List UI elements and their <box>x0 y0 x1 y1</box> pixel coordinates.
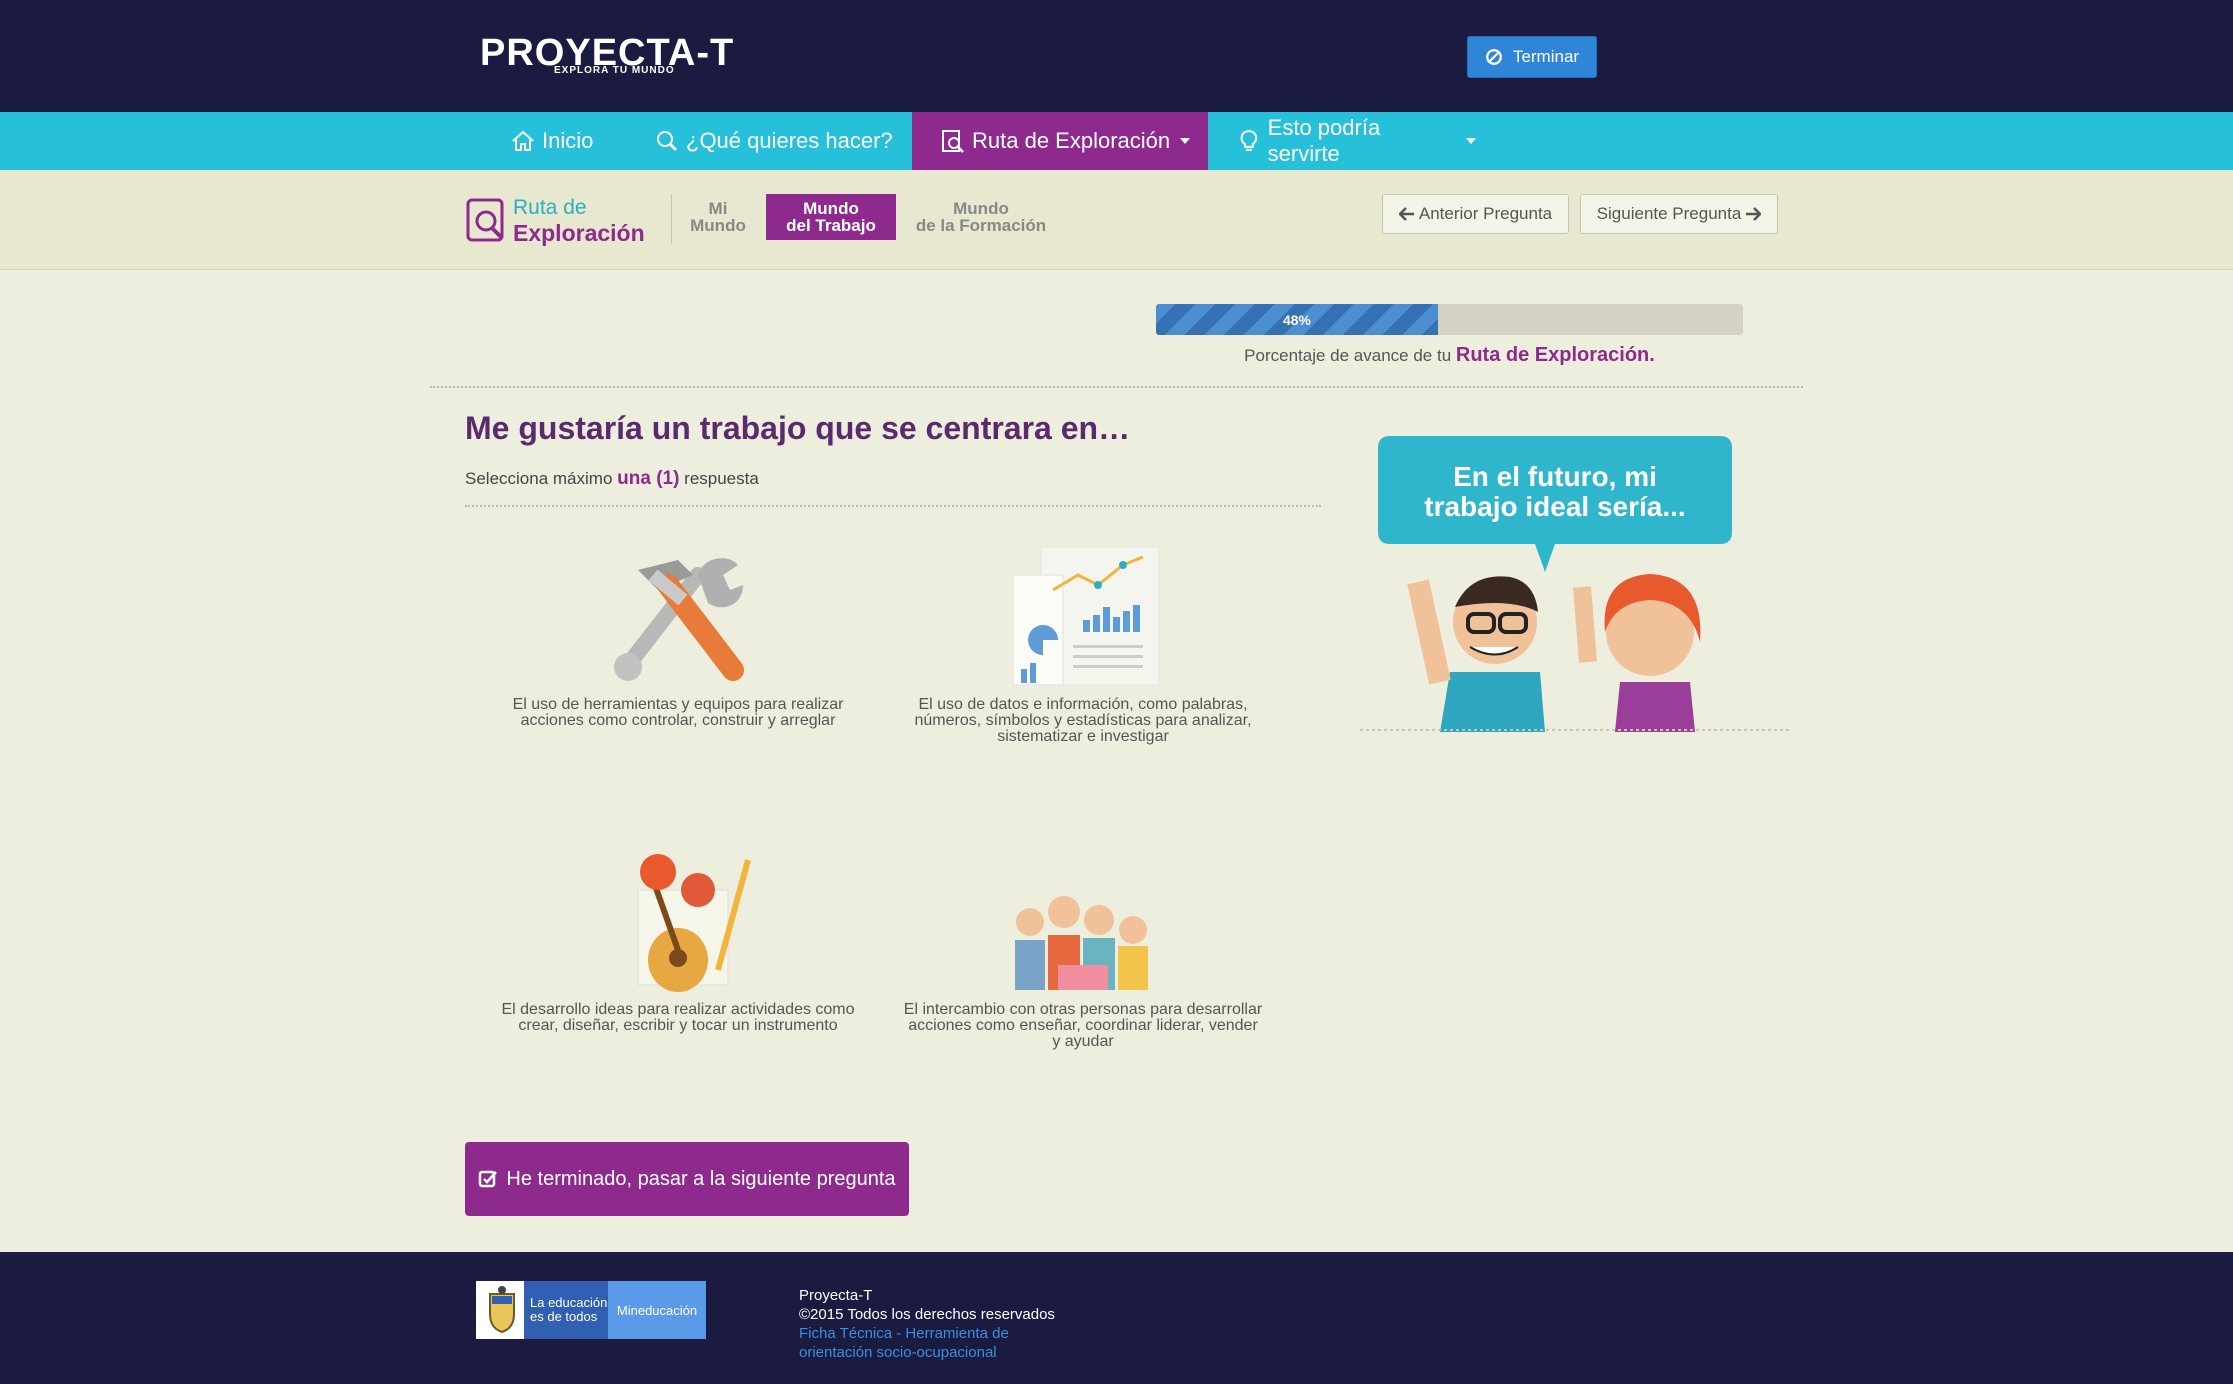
nav-item-inicio[interactable]: Inicio <box>510 112 610 170</box>
nav-label: Inicio <box>542 128 594 153</box>
footer-brand: Proyecta-T <box>799 1287 873 1304</box>
check-square-icon <box>479 1170 498 1188</box>
previous-question-label: Anterior Pregunta <box>1418 204 1553 223</box>
logo-tagline: EXPLORA TU MUNDO <box>554 65 675 76</box>
dotted-divider <box>465 505 1321 507</box>
stage-line: Mundo <box>803 199 859 218</box>
coat-of-arms-icon <box>489 1286 515 1334</box>
progress-bar: 48% <box>1156 304 1743 335</box>
question-instruction: Selecciona máximo una (1) respuesta <box>465 468 759 490</box>
chevron-down-icon <box>1180 138 1191 144</box>
charts-icon <box>1012 546 1160 686</box>
option-tools[interactable]: El uso de herramientas y equipos para re… <box>498 545 858 755</box>
main-nav: Inicio ¿Qué quieres hacer? Ruta de Explo… <box>0 112 2233 170</box>
finish-question-button[interactable]: He terminado, pasar a la siguiente pregu… <box>465 1142 909 1216</box>
option-text: El uso de herramientas y equipos para re… <box>512 696 844 729</box>
route-logo: Ruta de Exploración <box>465 194 655 246</box>
next-question-label: Siguiente Pregunta <box>1596 204 1742 223</box>
nav-item-que-quieres-hacer[interactable]: ¿Qué quieres hacer? <box>654 112 894 170</box>
footer-link-line: Ficha Técnica - Herramienta de <box>799 1325 1009 1342</box>
nav-item-esto-podria-servirte[interactable]: Esto podría servirte <box>1236 112 1476 170</box>
option-text: El uso de datos e información, como pala… <box>914 696 1252 745</box>
route-subbar: Ruta de Exploración Mi Mundo Mundo del Tra… <box>0 170 2233 270</box>
stage-mi-mundo[interactable]: Mi Mundo <box>680 194 756 240</box>
instruction-strong: una (1) <box>617 468 680 489</box>
option-data[interactable]: El uso de datos e información, como pala… <box>903 545 1263 755</box>
stage-line: Mundo <box>690 216 746 235</box>
magnifier-doc-icon <box>942 130 964 153</box>
finish-button[interactable]: Terminar <box>1467 36 1597 78</box>
search-icon <box>657 131 678 152</box>
gov-ministry: Mineducación <box>608 1281 706 1339</box>
nav-label: ¿Qué quieres hacer? <box>686 128 893 153</box>
nav-item-ruta-exploracion[interactable]: Ruta de Exploración <box>912 112 1208 170</box>
footer-technical-sheet-link[interactable]: Ficha Técnica - Herramienta de orientaci… <box>799 1324 1055 1362</box>
top-header: PROYECTA-T EXPLORA TU MUNDO Terminar <box>0 0 2233 112</box>
arrow-right-icon <box>1746 207 1762 221</box>
next-question-button[interactable]: Siguiente Pregunta <box>1580 194 1778 234</box>
gov-tagline-line: es de todos <box>530 1309 598 1324</box>
progress-label: 48% <box>1282 311 1311 328</box>
bubble-text: En el futuro, mi trabajo ideal sería... <box>1378 462 1732 522</box>
finish-question-label: He terminado, pasar a la siguiente pregu… <box>506 1167 896 1190</box>
stage-line: del Trabajo <box>786 216 876 235</box>
footer-info: Proyecta-T ©2015 Todos los derechos rese… <box>799 1286 1055 1362</box>
chevron-down-icon <box>1466 138 1476 144</box>
home-icon <box>512 130 534 151</box>
option-creative[interactable]: El desarrollo ideas para realizar activi… <box>498 850 858 1060</box>
tools-icon <box>614 558 744 681</box>
art-icon <box>637 854 751 992</box>
option-text: El desarrollo ideas para realizar activi… <box>501 1001 855 1034</box>
stage-line: de la Formación <box>915 216 1047 235</box>
lightbulb-icon <box>1240 130 1258 151</box>
gov-tagline-line: La educación <box>530 1295 608 1310</box>
progress-caption-strong: Ruta de Exploración. <box>1455 344 1655 366</box>
instruction-prefix: Selecciona máximo <box>465 469 613 488</box>
stage-line: Mi <box>708 199 728 218</box>
magnifier-doc-icon <box>466 198 504 242</box>
ban-icon <box>1486 49 1502 65</box>
option-text: El intercambio con otras personas para d… <box>903 1001 1263 1050</box>
bubble-line: trabajo ideal sería... <box>1424 491 1686 522</box>
people-icon <box>1015 896 1148 990</box>
question-title: Me gustaría un trabajo que se centrara e… <box>465 410 1131 446</box>
arrow-left-icon <box>1398 207 1414 221</box>
proyecta-t-logo[interactable]: PROYECTA-T EXPLORA TU MUNDO <box>480 32 742 78</box>
finish-button-label: Terminar <box>1512 47 1580 66</box>
nav-label: Esto podría servirte <box>1267 115 1381 166</box>
stage-mundo-formacion[interactable]: Mundo de la Formación <box>906 194 1056 240</box>
divider <box>671 194 672 244</box>
gov-tagline: La educación es de todos <box>524 1281 608 1339</box>
footer: La educación es de todos Mineducación Pr… <box>0 1252 2233 1384</box>
route-title-line1: Ruta de <box>513 196 587 219</box>
option-people[interactable]: El intercambio con otras personas para d… <box>903 850 1263 1060</box>
route-title-line2: Exploración <box>513 220 645 246</box>
stage-mundo-del-trabajo[interactable]: Mundo del Trabajo <box>766 194 896 240</box>
illustration-bubble: En el futuro, mi trabajo ideal sería... <box>1360 432 1790 732</box>
instruction-suffix: respuesta <box>684 469 759 488</box>
progress-caption-prefix: Porcentaje de avance de tu <box>1244 346 1452 365</box>
previous-question-button[interactable]: Anterior Pregunta <box>1382 194 1569 234</box>
dotted-divider <box>430 386 1803 388</box>
progress-caption: Porcentaje de avance de tu Ruta de Explo… <box>1156 344 1743 367</box>
stage-line: Mundo <box>953 199 1009 218</box>
government-logo[interactable]: La educación es de todos Mineducación <box>476 1281 706 1339</box>
footer-copyright: ©2015 Todos los derechos reservados <box>799 1306 1055 1323</box>
nav-label: Ruta de Exploración <box>972 128 1171 153</box>
bubble-line: En el futuro, mi <box>1453 461 1657 492</box>
footer-link-line: orientación socio-ocupacional <box>799 1344 997 1361</box>
